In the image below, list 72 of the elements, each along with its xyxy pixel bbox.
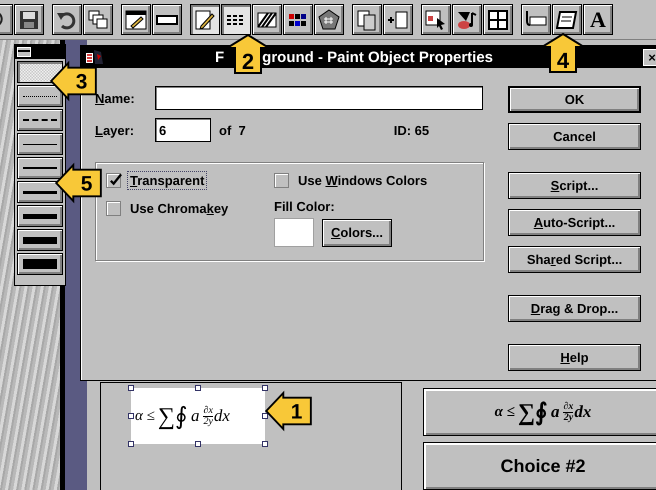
system-menu-icon[interactable] — [17, 47, 31, 57]
toolbar-button[interactable] — [190, 4, 220, 35]
pentagon-icon — [318, 8, 340, 30]
window-edit-icon — [125, 8, 147, 30]
fill-color-label: Fill Color: — [274, 199, 336, 214]
layer-label: Layer: — [95, 122, 136, 138]
checkbox[interactable] — [106, 173, 121, 188]
checkbox[interactable] — [274, 173, 289, 188]
toolbar-button[interactable] — [452, 4, 482, 35]
toolbar-button[interactable] — [52, 4, 82, 35]
selection-handle[interactable] — [128, 413, 134, 419]
toolbar-button[interactable]: A — [583, 4, 613, 35]
line-style-button[interactable] — [17, 109, 63, 131]
dialog-button[interactable]: Drag & Drop... — [508, 295, 641, 322]
line-style-button[interactable] — [17, 157, 63, 179]
dialog-button[interactable]: Auto-Script... — [508, 209, 641, 236]
toolbar-button[interactable] — [252, 4, 282, 35]
new-page-icon — [387, 8, 409, 30]
dialog-button[interactable]: Shared Script... — [508, 246, 641, 273]
dialog-button[interactable]: OK — [508, 86, 641, 113]
line-style-button[interactable] — [17, 253, 63, 275]
colors-button[interactable]: Colors... — [322, 218, 392, 246]
choice-button[interactable]: Choice #2 — [423, 442, 656, 490]
app-icon — [85, 48, 105, 66]
toolbar-button[interactable] — [221, 4, 251, 35]
pointer-icon — [425, 8, 447, 30]
selection-handle[interactable] — [128, 385, 134, 391]
selection-handle[interactable] — [128, 441, 134, 447]
layer-count: of 7 — [219, 122, 246, 138]
layer-field[interactable]: 6 — [155, 118, 211, 142]
toolbar-button[interactable] — [383, 4, 413, 35]
selection-handle[interactable] — [262, 441, 268, 447]
pages-icon — [356, 8, 378, 30]
scroll-icon — [556, 8, 578, 30]
line-style-button[interactable] — [17, 133, 63, 155]
dialog-button[interactable]: Cancel — [508, 123, 641, 150]
toolbar-button[interactable] — [14, 4, 44, 35]
selection-handle[interactable] — [262, 385, 268, 391]
selection-handle[interactable] — [195, 385, 201, 391]
window-title: F — [214, 48, 224, 66]
dialog-button[interactable]: Script... — [508, 172, 641, 199]
toolbar-button[interactable] — [152, 4, 182, 35]
dialog-button[interactable]: Help — [508, 344, 641, 371]
checkbox-label[interactable]: Use Windows Colors — [295, 171, 430, 190]
callout-tooltip: 1 — [265, 392, 313, 430]
close-button[interactable]: × — [643, 48, 656, 66]
checkbox-label[interactable]: Use Chromakey — [127, 199, 232, 218]
name-label: Name: — [95, 90, 136, 106]
toolbar-button[interactable] — [283, 4, 313, 35]
stacked-pages-icon — [87, 8, 109, 30]
toolbar-button[interactable] — [352, 4, 382, 35]
checkbox-label[interactable]: Transparent — [127, 171, 208, 190]
color-swatch[interactable] — [274, 218, 314, 247]
object-id: ID: 65 — [394, 122, 430, 138]
toolbar-button[interactable] — [83, 4, 113, 35]
pencil-icon — [194, 8, 216, 30]
window-title: ground - Paint Object Properties — [262, 48, 494, 66]
toolbar-button[interactable] — [121, 4, 151, 35]
grid-icon — [487, 8, 509, 30]
toolbar-button[interactable] — [421, 4, 451, 35]
line-style-button[interactable] — [17, 205, 63, 227]
selection-handle[interactable] — [195, 441, 201, 447]
selection-handle[interactable] — [262, 413, 268, 419]
line-style-button[interactable] — [17, 229, 63, 251]
toolbar-button[interactable] — [314, 4, 344, 35]
toolbar-button[interactable] — [552, 4, 582, 35]
toolbar-button[interactable] — [483, 4, 513, 35]
checkbox[interactable] — [106, 201, 121, 216]
toolbar-button[interactable] — [521, 4, 551, 35]
callout-tooltip: 4 — [541, 33, 585, 73]
name-field[interactable] — [155, 86, 483, 110]
callout-tooltip: 5 — [55, 164, 103, 202]
